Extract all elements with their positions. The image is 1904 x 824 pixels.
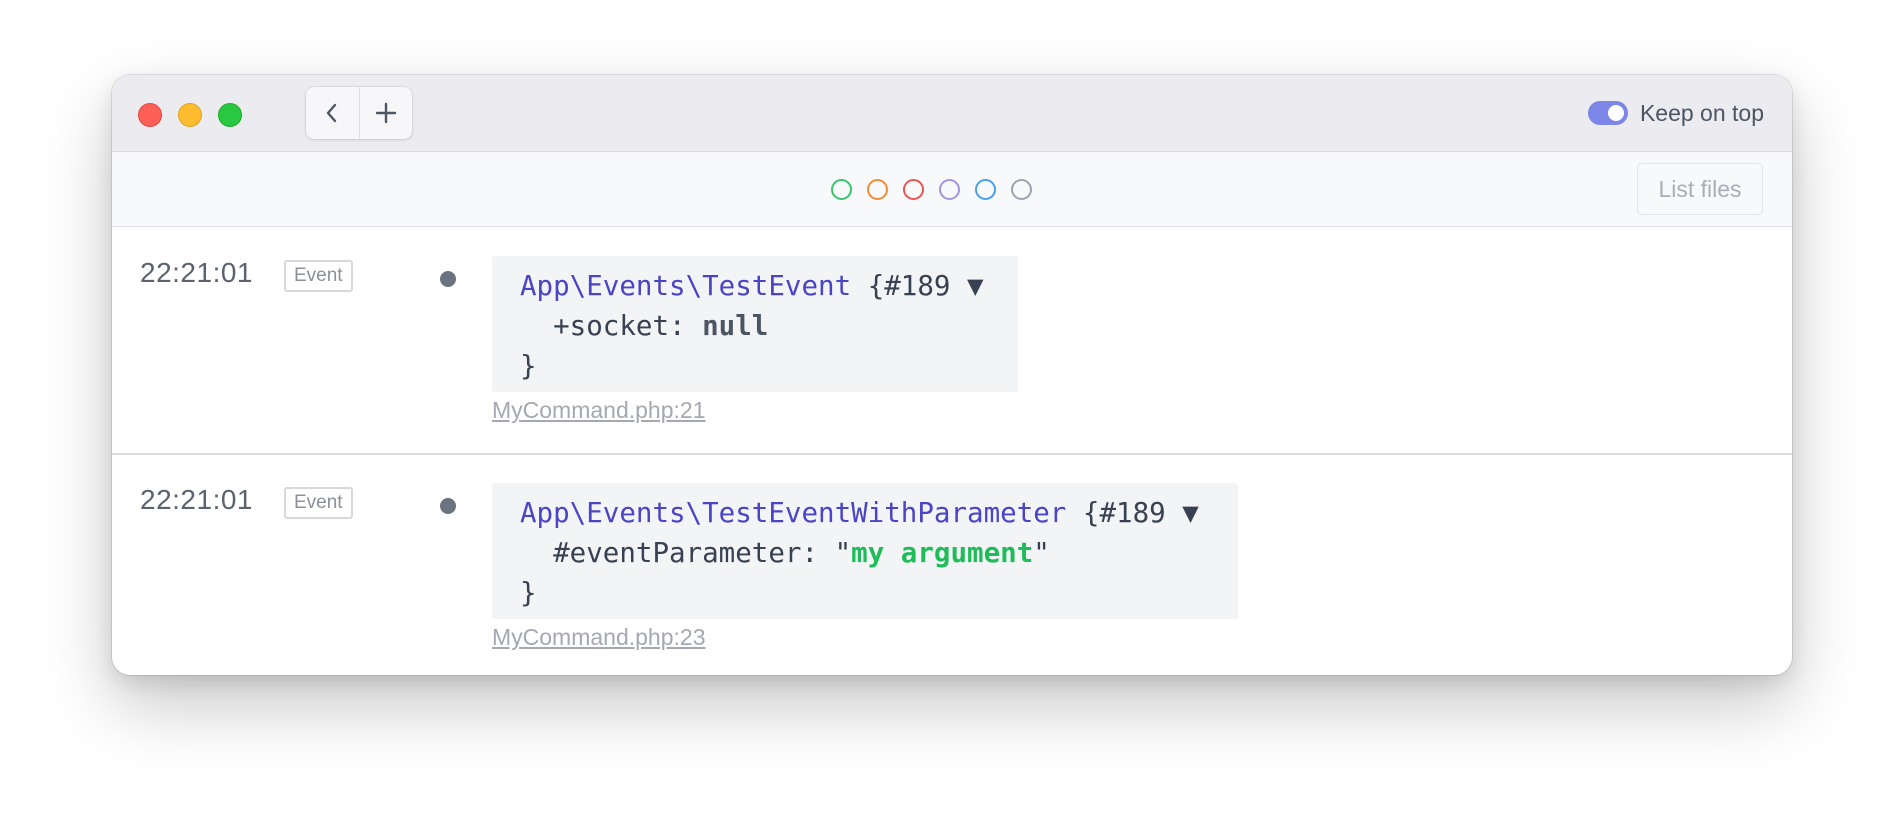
toggle-switch[interactable]: [1587, 101, 1628, 125]
title-bar: Keep on top: [112, 75, 1792, 152]
dump-close-brace: }: [520, 350, 537, 382]
dump-class-name: App\Events\TestEventWithParameter: [520, 497, 1067, 529]
color-filter-red[interactable]: [903, 179, 924, 200]
entry-type-badge: Event: [284, 487, 353, 519]
dump-object-ref: {#189: [1066, 497, 1183, 529]
dump-object-ref: {#189: [851, 270, 968, 302]
filter-bar: List files: [112, 152, 1792, 227]
color-filter-orange[interactable]: [867, 179, 888, 200]
color-filter-green[interactable]: [831, 179, 852, 200]
collapse-caret-icon[interactable]: ▼: [1182, 497, 1199, 529]
color-filter-purple[interactable]: [939, 179, 960, 200]
entry-timestamp: 22:21:01: [140, 257, 253, 288]
keep-on-top-toggle[interactable]: Keep on top: [1587, 99, 1764, 127]
dump-close-brace: }: [520, 577, 537, 609]
nav-button-group: [306, 87, 412, 139]
plus-icon: [375, 102, 396, 124]
back-button[interactable]: [306, 87, 359, 139]
zoom-window-button[interactable]: [218, 103, 242, 127]
source-file-link[interactable]: MyCommand.php:23: [492, 624, 706, 651]
list-files-button[interactable]: List files: [1637, 163, 1763, 215]
object-dump: App\Events\TestEventWithParameter {#189 …: [492, 483, 1238, 619]
log-entry: 22:21:01 Event App\Events\TestEventWithP…: [112, 454, 1792, 675]
chevron-left-icon: [327, 103, 337, 123]
keep-on-top-label: Keep on top: [1639, 99, 1764, 126]
color-filter-group: [831, 179, 1032, 200]
new-screen-button[interactable]: [358, 87, 413, 139]
dump-property-value: my argument: [851, 537, 1034, 569]
close-window-button[interactable]: [138, 103, 162, 127]
dump-class-name: App\Events\TestEvent: [520, 270, 852, 302]
minimize-window-button[interactable]: [178, 103, 202, 127]
collapse-caret-icon[interactable]: ▼: [967, 270, 984, 302]
ray-window: Keep on top List files 22:21:01 Event Ap…: [112, 75, 1792, 675]
color-filter-gray[interactable]: [1011, 179, 1032, 200]
dump-quote-open: ": [834, 537, 852, 569]
dump-property-value: null: [702, 310, 769, 342]
source-file-link[interactable]: MyCommand.php:21: [492, 397, 706, 424]
entry-bullet-icon: [440, 271, 456, 287]
entry-timestamp: 22:21:01: [140, 484, 253, 515]
dump-quote-close: ": [1033, 537, 1050, 569]
object-dump: App\Events\TestEvent {#189 ▼ +socket: nu…: [492, 256, 1018, 392]
log-entry: 22:21:01 Event App\Events\TestEvent {#18…: [112, 227, 1792, 455]
entry-type-badge: Event: [284, 260, 353, 292]
dump-property-name: #eventParameter:: [520, 537, 835, 569]
toggle-knob: [1607, 105, 1624, 121]
dump-property-name: +socket:: [520, 310, 703, 342]
color-filter-blue[interactable]: [975, 179, 996, 200]
entry-bullet-icon: [440, 498, 456, 514]
